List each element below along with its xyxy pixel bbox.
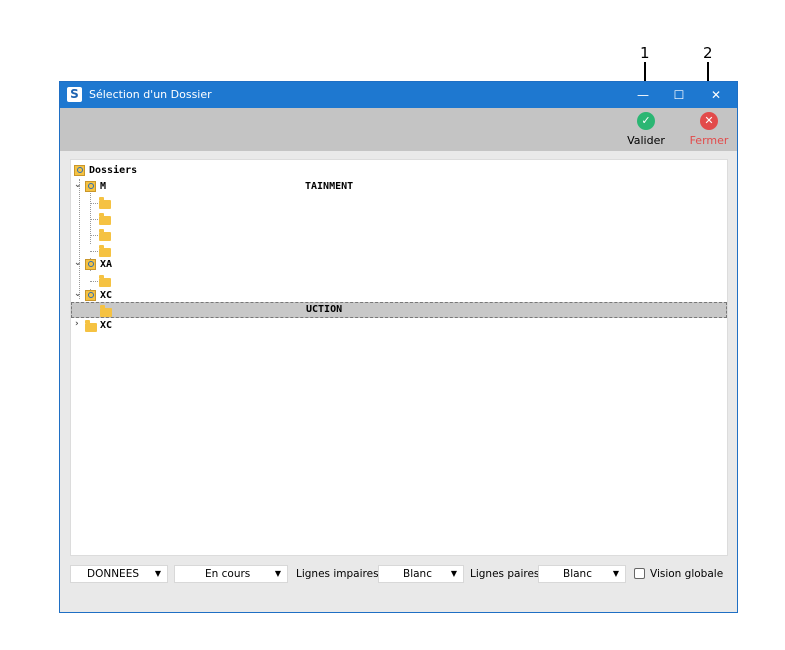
global-view-label: Vision globale bbox=[650, 568, 724, 580]
close-window-button[interactable]: ✕ bbox=[705, 85, 727, 105]
dossier-selection-window: S Sélection d'un Dossier — ☐ ✕ ✓ Valider… bbox=[59, 81, 738, 613]
tree-leaf[interactable] bbox=[71, 195, 727, 211]
tree-leaf[interactable] bbox=[71, 273, 727, 289]
even-rows-value: Blanc bbox=[563, 568, 592, 580]
validate-button[interactable]: ✓ Valider bbox=[621, 112, 671, 147]
folder-icon bbox=[85, 320, 97, 332]
tree-leaf-selected[interactable]: UCTION bbox=[71, 302, 727, 318]
close-label: Fermer bbox=[689, 134, 729, 147]
tree-leaf[interactable] bbox=[71, 227, 727, 243]
title-bar: S Sélection d'un Dossier — ☐ ✕ bbox=[60, 82, 737, 108]
check-icon: ✓ bbox=[637, 112, 655, 130]
search-folder-icon bbox=[85, 181, 96, 192]
data-source-select[interactable]: DONNEES ▼ bbox=[70, 565, 168, 583]
tree-root-label: Dossiers bbox=[89, 165, 138, 176]
tree-node[interactable]: ⌄ XA bbox=[71, 257, 727, 273]
folder-icon bbox=[99, 229, 111, 241]
tree-node[interactable]: ⌄ M TAINMENT bbox=[71, 179, 727, 195]
odd-rows-color-select[interactable]: Blanc ▼ bbox=[378, 565, 464, 583]
odd-rows-value: Blanc bbox=[403, 568, 432, 580]
tree-guide bbox=[90, 281, 98, 282]
dropdown-arrow-icon: ▼ bbox=[450, 569, 457, 578]
minimize-button[interactable]: — bbox=[632, 85, 654, 105]
dropdown-arrow-icon: ▼ bbox=[274, 569, 281, 578]
even-rows-color-select[interactable]: Blanc ▼ bbox=[538, 565, 626, 583]
toolbar: ✓ Valider ✕ Fermer bbox=[60, 108, 737, 151]
tree-node[interactable]: › XC bbox=[71, 318, 727, 334]
even-rows-label: Lignes paires bbox=[470, 568, 540, 580]
folder-icon bbox=[99, 213, 111, 225]
close-icon: ✕ bbox=[700, 112, 718, 130]
chevron-down-icon[interactable]: ⌄ bbox=[74, 180, 82, 190]
tree-guide bbox=[90, 219, 98, 220]
tree-leaf[interactable] bbox=[71, 211, 727, 227]
app-icon: S bbox=[67, 87, 82, 102]
status-value: En cours bbox=[205, 568, 251, 580]
tree-node-label: M bbox=[100, 181, 107, 192]
global-view-checkbox[interactable] bbox=[634, 568, 645, 579]
tree-node-label: XA bbox=[100, 259, 113, 270]
chevron-down-icon[interactable]: ⌄ bbox=[74, 258, 82, 268]
search-folder-icon bbox=[85, 290, 96, 301]
status-select[interactable]: En cours ▼ bbox=[174, 565, 288, 583]
search-folder-icon bbox=[85, 259, 96, 270]
folder-icon bbox=[99, 245, 111, 257]
close-button[interactable]: ✕ Fermer bbox=[684, 112, 734, 147]
tree-node-label-suffix: TAINMENT bbox=[305, 181, 354, 192]
folder-icon bbox=[100, 305, 112, 317]
tree-guide bbox=[90, 203, 98, 204]
tree-node-label: XC bbox=[100, 290, 113, 301]
folder-icon bbox=[99, 197, 111, 209]
tree-node-label-suffix: UCTION bbox=[306, 304, 343, 315]
chevron-down-icon[interactable]: ⌄ bbox=[74, 289, 82, 299]
chevron-right-icon[interactable]: › bbox=[75, 319, 79, 329]
bottom-filter-bar: DONNEES ▼ En cours ▼ Lignes impaires Bla… bbox=[60, 563, 737, 589]
folder-icon bbox=[99, 275, 111, 287]
annotation-2: 2 bbox=[703, 44, 713, 62]
search-folder-icon bbox=[74, 165, 85, 176]
dropdown-arrow-icon: ▼ bbox=[154, 569, 161, 578]
tree-node-label: XC bbox=[100, 320, 113, 331]
maximize-button[interactable]: ☐ bbox=[668, 85, 690, 105]
status-bar bbox=[60, 596, 737, 612]
data-source-value: DONNEES bbox=[87, 568, 139, 580]
tree-root[interactable]: Dossiers bbox=[71, 163, 727, 179]
dropdown-arrow-icon: ▼ bbox=[612, 569, 619, 578]
window-title: Sélection d'un Dossier bbox=[89, 88, 212, 101]
tree-guide bbox=[90, 235, 98, 236]
annotation-1: 1 bbox=[640, 44, 650, 62]
tree-guide bbox=[90, 251, 98, 252]
validate-label: Valider bbox=[627, 134, 665, 147]
odd-rows-label: Lignes impaires bbox=[296, 568, 379, 580]
folder-tree-panel: Dossiers ⌄ M TAINMENT ⌄ XA ⌄ XC UCTION ›… bbox=[70, 159, 728, 556]
